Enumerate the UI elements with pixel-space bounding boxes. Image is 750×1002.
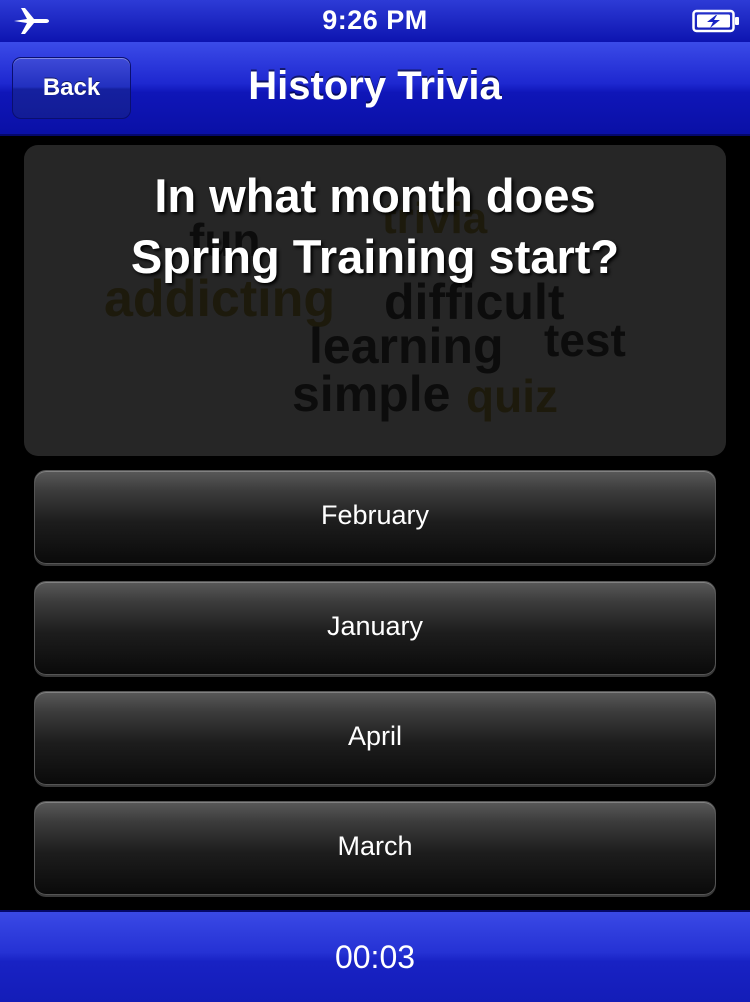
question-line-2: Spring Training start? [130, 230, 620, 283]
question-card: trivia fun addicting difficult learning … [24, 145, 726, 456]
question-line-1: In what month does [154, 169, 596, 222]
cloud-word: learning [309, 318, 504, 374]
answer-button-january[interactable]: January [34, 581, 716, 675]
cloud-word: quiz [466, 370, 558, 422]
status-time: 9:26 PM [322, 5, 428, 35]
timer-bar: 00:03 [0, 910, 750, 1002]
page-title: History Trivia [248, 64, 502, 108]
answer-button-april[interactable]: April [34, 691, 716, 785]
navigation-bar: Back History Trivia [0, 42, 750, 136]
answer-button-february[interactable]: February [34, 470, 716, 564]
cloud-word: test [544, 314, 626, 366]
question-text: In what month does Spring Training start… [24, 165, 726, 287]
answer-button-march[interactable]: March [34, 801, 716, 895]
countdown-timer: 00:03 [334, 939, 416, 975]
battery-charging-icon [692, 9, 739, 33]
cloud-word: simple [292, 366, 451, 422]
status-bar: 9:26 PM [0, 0, 750, 42]
